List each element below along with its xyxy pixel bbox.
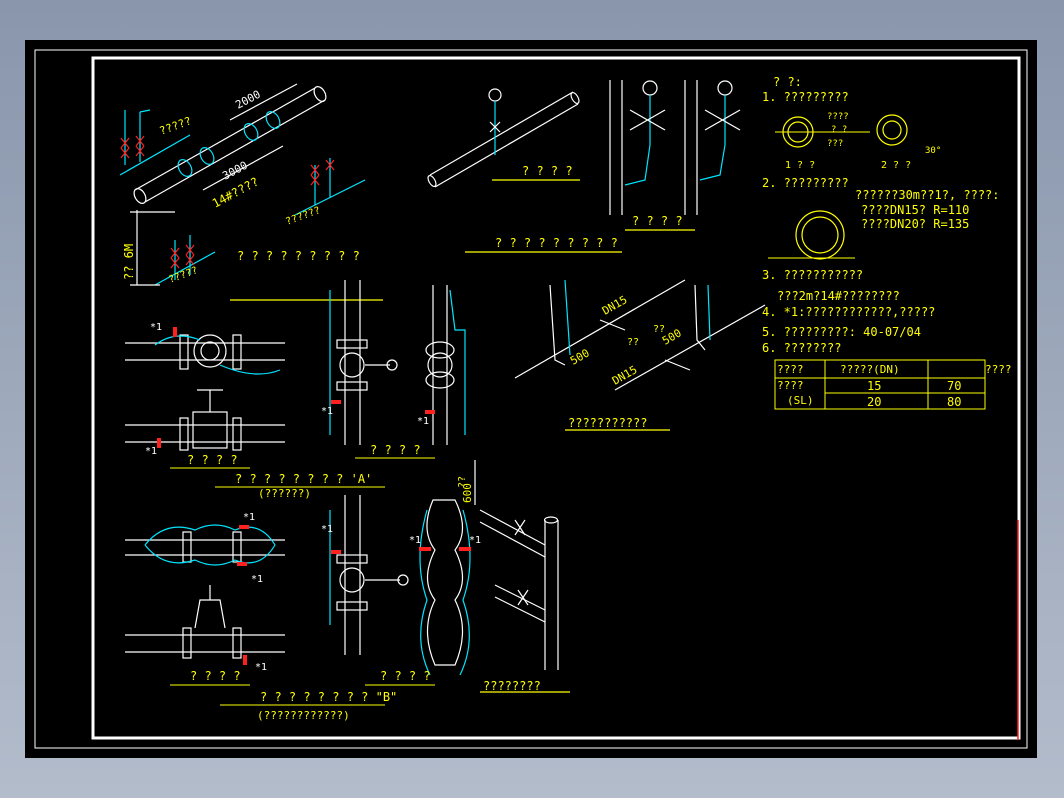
table-header-1: ???? — [777, 363, 804, 376]
bend-figure-inner — [801, 216, 839, 254]
bend-figure — [795, 210, 845, 260]
clip-figure-2 — [876, 114, 908, 146]
red-marks-section-a — [157, 327, 435, 448]
spec-table: ???? ?????(DN) ???? ???? (SL) 15 70 20 8… — [774, 359, 1012, 410]
section-2-caption: ? ? ? ? ? ? ? ? ? — [495, 236, 618, 250]
fig1-label-c: ??? — [827, 139, 843, 149]
fig1-label-b: ? ? — [831, 125, 847, 135]
pipe-support-section-1 — [119, 83, 383, 301]
angle-label: 30° — [925, 146, 941, 156]
section-a-caption-left: ? ? ? ? — [187, 453, 238, 467]
note-2: 2. ????????? — [762, 176, 849, 190]
star-mark-10: *1 — [469, 535, 481, 546]
table-row-label-2: (SL) — [787, 394, 814, 407]
notes-block: ? ?: 1. ????????? ???? ? ? ??? 1 ? ? 2 ?… — [762, 75, 1000, 355]
clip-figure-2-inner — [882, 120, 902, 140]
section-b-caption-mid: ? ? ? ? — [380, 669, 431, 683]
section-1-tag-2: ?????? — [284, 205, 322, 228]
star-mark-6: *1 — [251, 574, 263, 585]
fig1-label-a: ???? — [827, 112, 849, 122]
isometric-caption: ??????????? — [568, 416, 647, 430]
section-1-tag-3: ????? — [167, 265, 199, 286]
star-mark-1: *1 — [150, 322, 162, 333]
riser-caption: ???????? — [483, 679, 541, 693]
table-cell: 15 — [867, 379, 881, 393]
star-mark-3: *1 — [321, 406, 333, 417]
section-1-tag: ????? — [158, 114, 194, 138]
height-label: ?? 6M — [122, 244, 136, 280]
iso-q2: ?? — [653, 324, 665, 335]
pipe-riser-section-2 — [427, 80, 741, 253]
table-cell: 20 — [867, 395, 881, 409]
riser-section — [474, 460, 570, 693]
section-b-caption-left: ? ? ? ? — [190, 669, 241, 683]
section-a-subtitle: (??????) — [258, 487, 311, 500]
section-a-title: ? ? ? ? ? ? ? ? 'A' — [235, 472, 372, 486]
table-header-4: ???? — [985, 363, 1012, 376]
star-mark-9: *1 — [409, 535, 421, 546]
section-a-caption-mid: ? ? ? ? — [370, 443, 421, 457]
star-mark-4: *1 — [417, 416, 429, 427]
dimension-2000: 2000 — [233, 88, 263, 112]
fig1-caption: 1 ? ? — [785, 160, 815, 171]
star-mark-8: *1 — [321, 524, 333, 535]
red-marks-section-b — [237, 525, 471, 665]
note-2-line-3: ????DN20? R=135 — [861, 217, 969, 231]
table-row-label-1: ???? — [777, 379, 804, 392]
section-b-subtitle: (????????????) — [257, 709, 350, 722]
iso-500-a: 500 — [568, 346, 592, 367]
star-mark-7: *1 — [255, 662, 267, 673]
fig2-caption: 2 ? ? — [881, 160, 911, 171]
notes-heading: ? ?: — [773, 75, 802, 89]
note-2-line-1: ??????30m??1?, ????: — [855, 188, 1000, 202]
valve-joint-section-a — [125, 280, 466, 451]
table-cell: 80 — [947, 395, 961, 409]
star-mark-5: *1 — [243, 512, 255, 523]
section-b-title: ? ? ? ? ? ? ? ? "B" — [260, 690, 397, 704]
note-5: 5. ?????????: 40-07/04 — [762, 325, 921, 339]
section-2-caption-a: ? ? ? ? — [522, 164, 573, 178]
note-3: 3. ??????????? — [762, 268, 863, 282]
section-2-caption-b: ? ? ? ? — [632, 214, 683, 228]
isometric-section — [514, 279, 766, 431]
cad-drawing: ????? 2000 3000 14#???? ?????? ?? 6M ???… — [34, 49, 1028, 749]
valve-joint-section-b — [125, 495, 471, 676]
note-2-line-2: ????DN15? R=110 — [861, 203, 969, 217]
wire-label: 14#???? — [210, 175, 261, 211]
riser-q: ?? — [457, 476, 468, 488]
note-6: 6. ???????? — [762, 341, 841, 355]
table-cell: 70 — [947, 379, 961, 393]
note-1: 1. ????????? — [762, 90, 849, 104]
star-mark-2: *1 — [145, 446, 157, 457]
note-3-sub: ???2m?14#???????? — [777, 289, 900, 303]
table-header-2: ?????(DN) — [840, 363, 900, 376]
section-1-caption: ? ? ? ? ? ? ? ? ? — [237, 249, 360, 263]
note-4: 4. *1:????????????,????? — [762, 305, 935, 319]
drawing-sheet: ????? 2000 3000 14#???? ?????? ?? 6M ???… — [25, 40, 1037, 758]
iso-q1: ?? — [627, 337, 639, 348]
